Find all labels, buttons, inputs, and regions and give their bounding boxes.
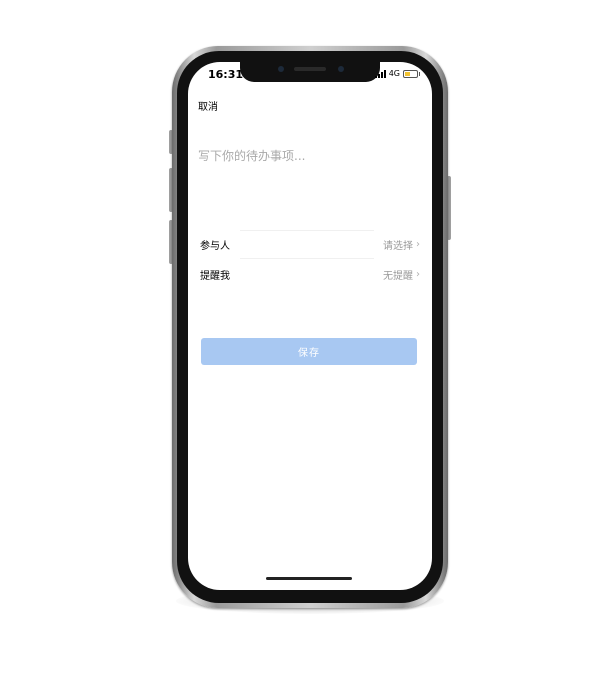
battery-icon bbox=[403, 69, 420, 78]
notch bbox=[240, 62, 380, 82]
front-camera-icon bbox=[338, 66, 344, 72]
reminder-label: 提醒我 bbox=[200, 270, 230, 282]
phone-screen: 16:31 4G 取消 参与人 请选择 › 提醒我 无提醒 › 保存 bbox=[188, 62, 432, 590]
signal-icon bbox=[374, 69, 386, 78]
sensor-icon bbox=[278, 66, 284, 72]
divider bbox=[240, 258, 374, 259]
reminder-value[interactable]: 无提醒 › bbox=[383, 267, 420, 282]
network-type: 4G bbox=[388, 69, 400, 78]
todo-input[interactable] bbox=[198, 146, 418, 166]
participants-label: 参与人 bbox=[200, 240, 230, 252]
participants-value[interactable]: 请选择 › bbox=[383, 237, 420, 252]
divider bbox=[240, 230, 374, 231]
status-time: 16:31 bbox=[208, 68, 244, 81]
chevron-right-icon: › bbox=[416, 238, 420, 250]
speaker-grille bbox=[294, 67, 326, 71]
cancel-button[interactable]: 取消 bbox=[198, 98, 218, 113]
save-button[interactable]: 保存 bbox=[201, 338, 417, 365]
participants-row[interactable]: 参与人 请选择 › bbox=[200, 232, 420, 256]
reminder-row[interactable]: 提醒我 无提醒 › bbox=[200, 262, 420, 286]
status-indicators: 4G bbox=[374, 69, 420, 78]
participants-value-text: 请选择 bbox=[383, 240, 413, 252]
reminder-value-text: 无提醒 bbox=[383, 270, 413, 282]
chevron-right-icon: › bbox=[416, 268, 420, 280]
home-indicator[interactable] bbox=[266, 577, 352, 580]
